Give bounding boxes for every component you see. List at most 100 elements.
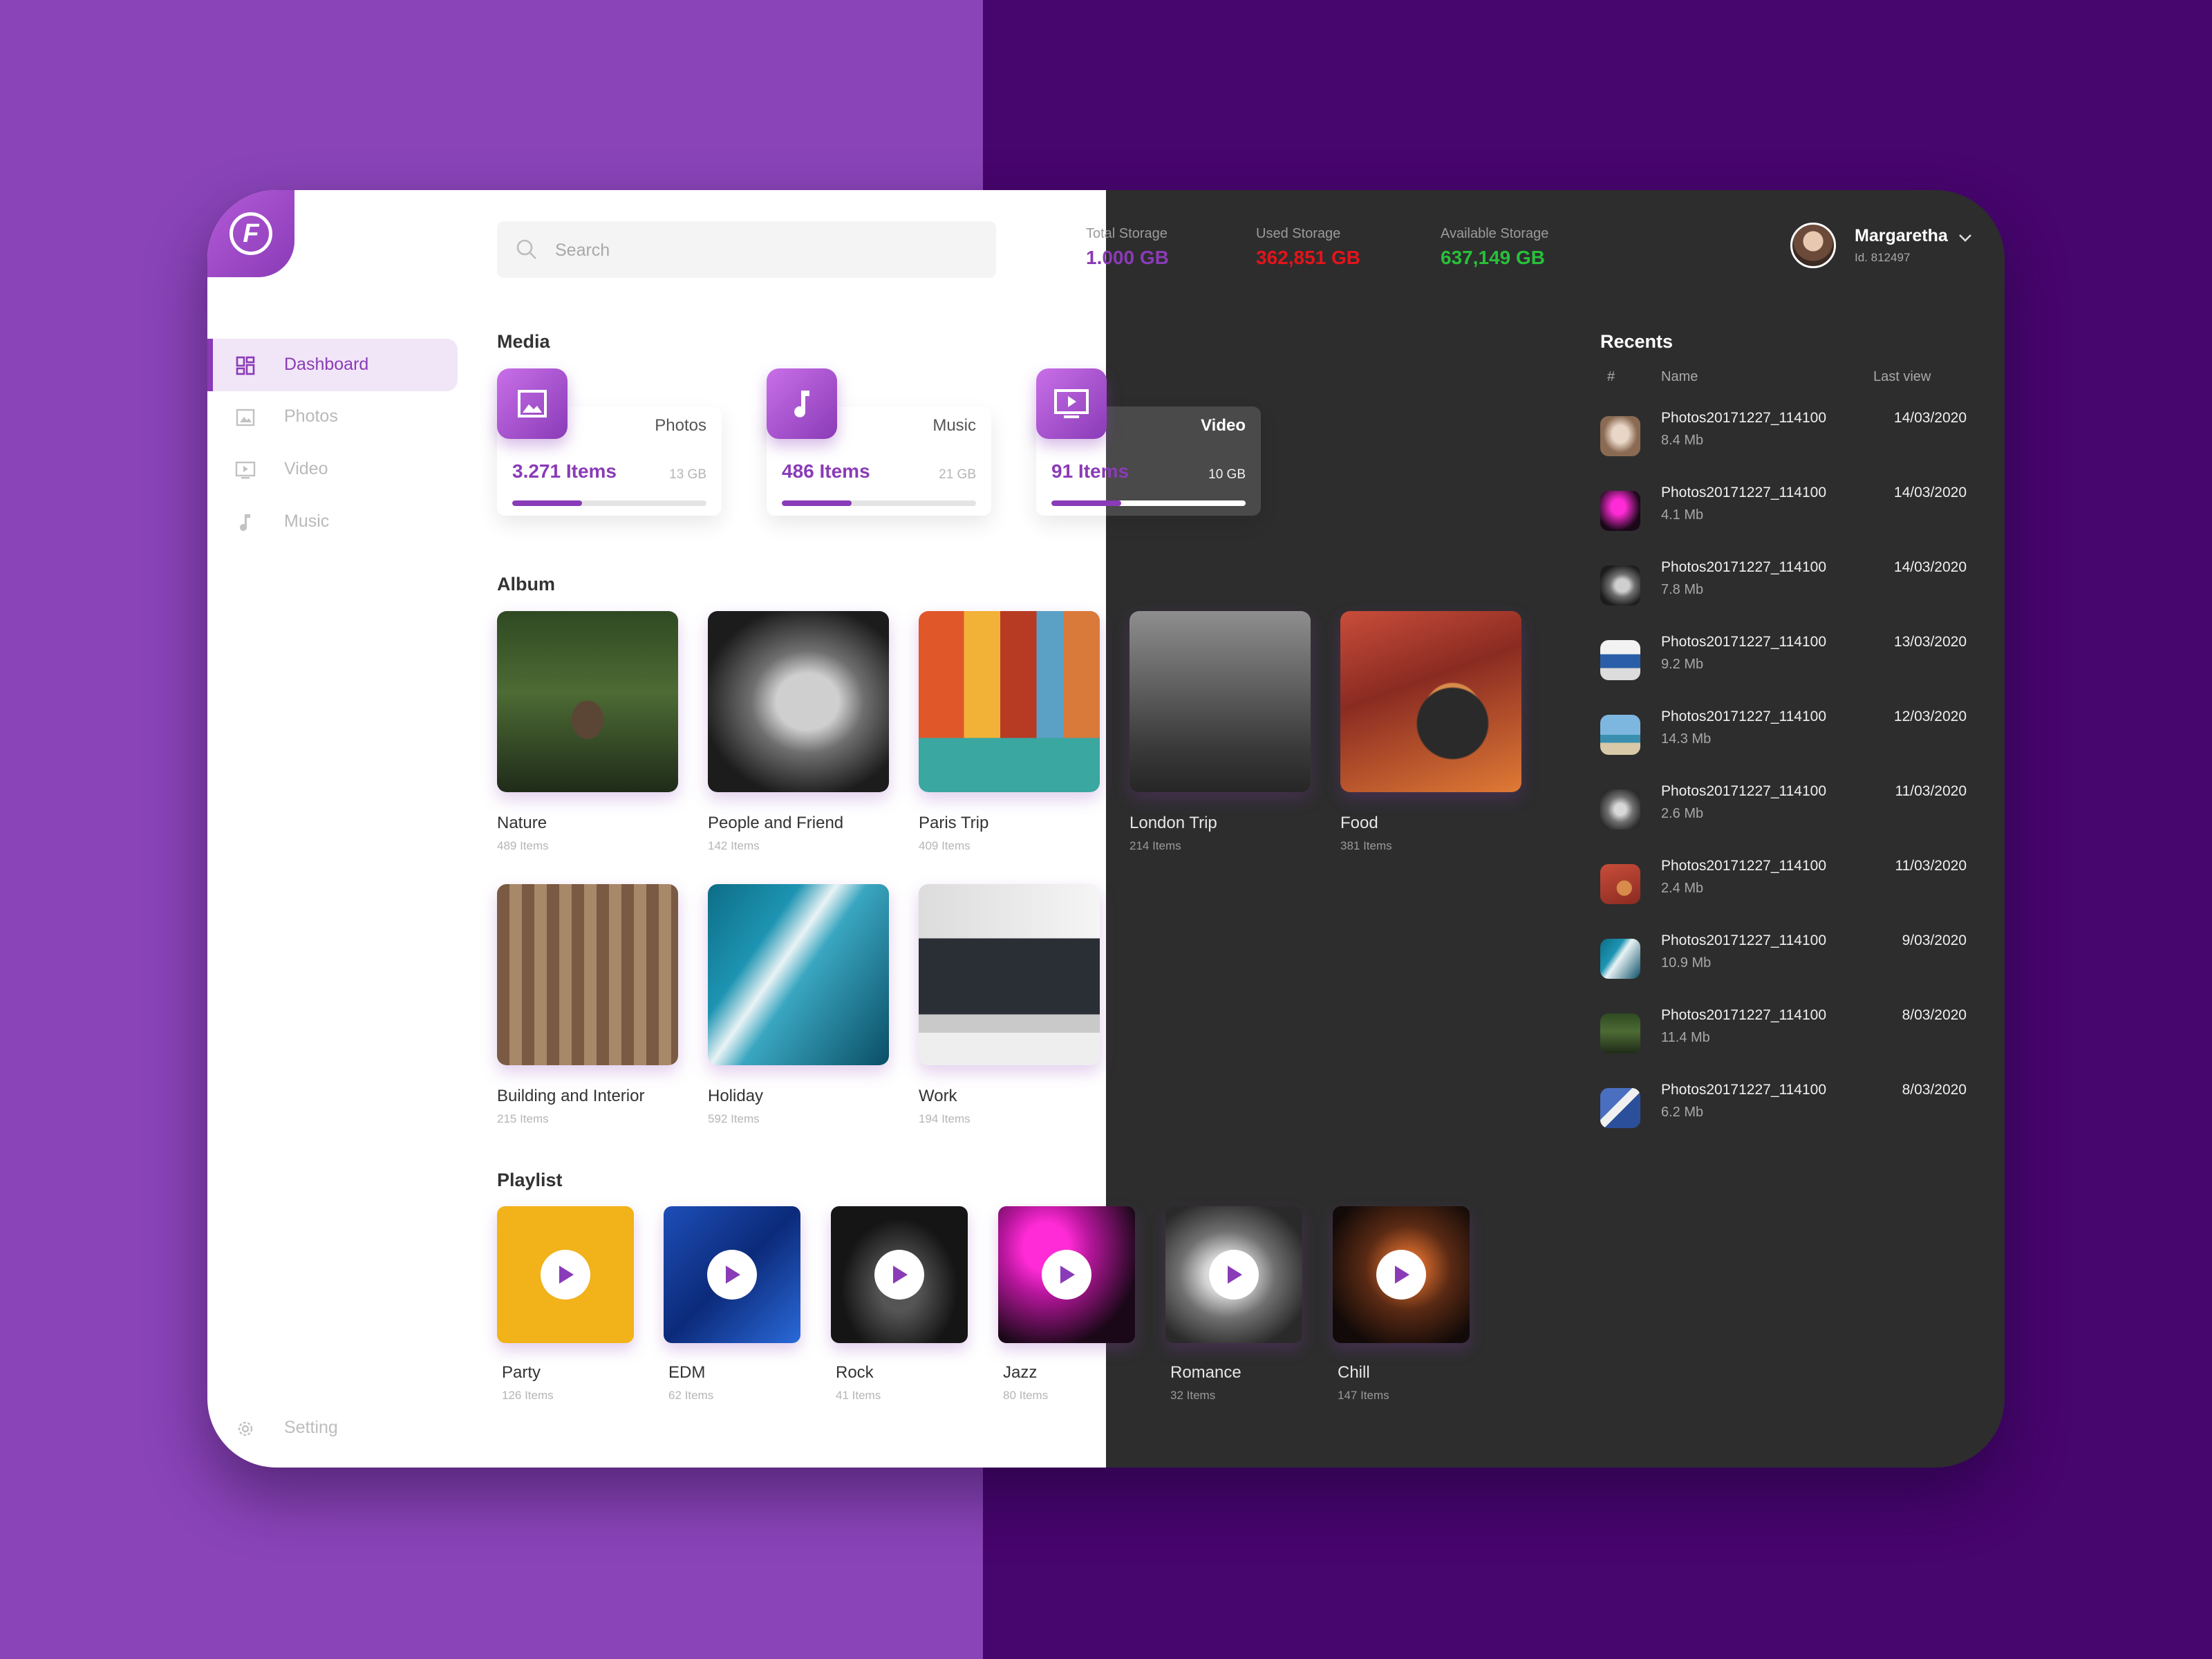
table-row[interactable]: Photos20171227_114100 7.8 Mb 14/03/2020 — [1600, 559, 1967, 621]
playlist-count: 41 Items — [836, 1389, 881, 1402]
playlist-chill-thumbnail[interactable] — [1333, 1206, 1470, 1343]
play-button[interactable] — [707, 1250, 757, 1300]
play-button[interactable] — [1209, 1250, 1259, 1300]
playlist-name[interactable]: Jazz — [1003, 1363, 1037, 1382]
album-title: Album — [497, 574, 555, 594]
album-building-thumbnail[interactable] — [497, 884, 678, 1065]
sidebar-item-setting[interactable]: Setting — [207, 1402, 458, 1454]
album-name[interactable]: People and Friend — [708, 814, 843, 833]
chevron-down-icon[interactable] — [1958, 233, 1973, 243]
album-count: 142 Items — [708, 839, 760, 852]
table-row[interactable]: Photos20171227_114100 9.2 Mb 13/03/2020 — [1600, 634, 1967, 696]
recent-name: Photos20171227_114100 — [1661, 410, 1827, 426]
recents-title: Recents — [1600, 331, 1674, 352]
search-input[interactable]: Search — [497, 221, 996, 278]
video-icon — [1036, 368, 1107, 439]
avatar[interactable] — [1790, 223, 1836, 268]
play-button[interactable] — [1042, 1250, 1091, 1300]
playlist-edm-thumbnail[interactable] — [664, 1206, 800, 1343]
app-window: F Dashboard Photos Video Music Setting S… — [207, 190, 2005, 1468]
album-name[interactable]: London Trip — [1130, 814, 1217, 833]
table-row[interactable]: Photos20171227_114100 14.3 Mb 12/03/2020 — [1600, 709, 1967, 771]
media-card-count: 91 Items — [1051, 460, 1130, 482]
recent-size: 8.4 Mb — [1661, 433, 1704, 448]
table-row[interactable]: Photos20171227_114100 6.2 Mb 8/03/2020 — [1600, 1082, 1967, 1144]
recent-name: Photos20171227_114100 — [1661, 1082, 1827, 1098]
used-storage-value: 362,851 GB — [1256, 247, 1360, 268]
play-button[interactable] — [541, 1250, 590, 1300]
playlist-name[interactable]: Party — [502, 1363, 541, 1382]
recent-size: 14.3 Mb — [1661, 731, 1712, 747]
media-card-name: Photos — [655, 416, 706, 435]
table-row[interactable]: Photos20171227_114100 4.1 Mb 14/03/2020 — [1600, 485, 1967, 547]
album-people-thumbnail[interactable] — [708, 611, 889, 792]
play-button[interactable] — [1376, 1250, 1426, 1300]
album-paris-thumbnail[interactable] — [919, 611, 1100, 792]
table-row[interactable]: Photos20171227_114100 10.9 Mb 9/03/2020 — [1600, 932, 1967, 995]
music-icon — [240, 514, 250, 532]
user-name[interactable]: Margaretha — [1855, 226, 1948, 246]
sidebar-item-music[interactable]: Music — [207, 496, 458, 548]
sidebar-item-photos[interactable]: Photos — [207, 391, 458, 443]
album-food-thumbnail[interactable] — [1340, 611, 1521, 792]
sidebar-item-video[interactable]: Video — [207, 443, 458, 496]
playlist-rock-thumbnail[interactable] — [831, 1206, 968, 1343]
recent-date: 11/03/2020 — [1895, 783, 1967, 799]
recent-size: 4.1 Mb — [1661, 507, 1704, 523]
playlist-party-thumbnail[interactable] — [497, 1206, 634, 1343]
media-card-name: Video — [1201, 416, 1246, 435]
progress-fill — [1051, 500, 1122, 506]
album-name[interactable]: Work — [919, 1087, 957, 1106]
recent-name: Photos20171227_114100 — [1661, 709, 1827, 724]
album-name[interactable]: Holiday — [708, 1087, 763, 1106]
sidebar-item-label: Photos — [284, 406, 338, 426]
recent-thumbnail — [1600, 1013, 1640, 1053]
album-count: 592 Items — [708, 1112, 760, 1125]
album-london-thumbnail[interactable] — [1130, 611, 1311, 792]
playlist-name[interactable]: Rock — [836, 1363, 874, 1382]
recent-date: 12/03/2020 — [1893, 709, 1967, 724]
recent-name: Photos20171227_114100 — [1661, 1007, 1827, 1023]
recent-date: 14/03/2020 — [1893, 410, 1967, 426]
playlist-name[interactable]: EDM — [668, 1363, 705, 1382]
album-name[interactable]: Food — [1340, 814, 1378, 833]
sidebar-item-dashboard[interactable]: Dashboard — [207, 339, 458, 391]
app-logo[interactable]: F — [207, 190, 294, 277]
album-count: 409 Items — [919, 839, 971, 852]
recent-size: 6.2 Mb — [1661, 1105, 1704, 1120]
media-card-size: 13 GB — [669, 467, 706, 482]
album-name[interactable]: Paris Trip — [919, 814, 988, 833]
recent-thumbnail — [1600, 416, 1640, 456]
search-placeholder: Search — [555, 241, 610, 260]
progress-bar — [782, 500, 976, 506]
photo-icon — [497, 368, 568, 439]
recent-name: Photos20171227_114100 — [1661, 932, 1827, 948]
playlist-romance-thumbnail[interactable] — [1165, 1206, 1302, 1343]
logo-mark: F — [229, 212, 272, 255]
table-row[interactable]: Photos20171227_114100 2.6 Mb 11/03/2020 — [1600, 783, 1967, 845]
playlist-jazz-thumbnail[interactable] — [998, 1206, 1135, 1343]
playlist-name[interactable]: Romance — [1170, 1363, 1241, 1382]
album-work-thumbnail[interactable] — [919, 884, 1100, 1065]
album-name[interactable]: Nature — [497, 814, 547, 833]
media-card-size: 10 GB — [1208, 467, 1246, 482]
playlist-count: 80 Items — [1003, 1389, 1049, 1402]
recent-thumbnail — [1600, 640, 1640, 680]
progress-fill — [512, 500, 583, 506]
play-button[interactable] — [874, 1250, 924, 1300]
table-row[interactable]: Photos20171227_114100 2.4 Mb 11/03/2020 — [1600, 858, 1967, 920]
album-holiday-thumbnail[interactable] — [708, 884, 889, 1065]
playlist-name[interactable]: Chill — [1338, 1363, 1370, 1382]
recent-thumbnail — [1600, 491, 1640, 531]
available-storage-label: Available Storage — [1441, 226, 1549, 241]
album-count: 489 Items — [497, 839, 549, 852]
sidebar-item-label: Video — [284, 459, 328, 478]
recents-col-name: Name — [1661, 369, 1698, 384]
recent-size: 7.8 Mb — [1661, 582, 1704, 597]
recent-thumbnail — [1600, 565, 1640, 606]
recent-date: 9/03/2020 — [1902, 932, 1967, 948]
album-nature-thumbnail[interactable] — [497, 611, 678, 792]
album-name[interactable]: Building and Interior — [497, 1087, 644, 1106]
table-row[interactable]: Photos20171227_114100 8.4 Mb 14/03/2020 — [1600, 410, 1967, 472]
table-row[interactable]: Photos20171227_114100 11.4 Mb 8/03/2020 — [1600, 1007, 1967, 1069]
